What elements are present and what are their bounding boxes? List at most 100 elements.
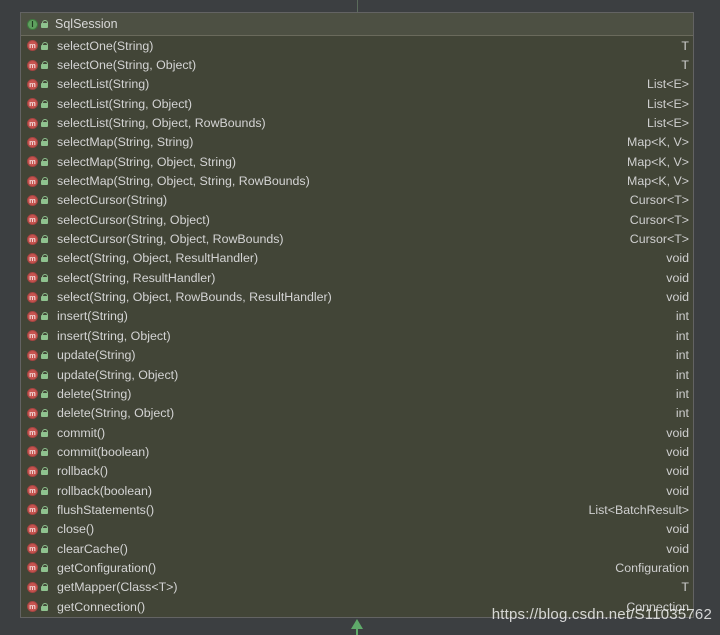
method-row[interactable]: m delete(String) int — [21, 384, 693, 403]
method-return-type: T — [681, 58, 689, 73]
method-icon: m — [27, 504, 38, 516]
method-icon: m — [27, 485, 38, 497]
method-icon: m — [27, 98, 38, 110]
method-row[interactable]: m getMapper(Class<T>) T — [21, 578, 693, 597]
method-return-type: Map<K, V> — [627, 154, 689, 169]
method-row[interactable]: m delete(String, Object) int — [21, 404, 693, 423]
method-signature: selectCursor(String) — [57, 193, 168, 208]
method-row[interactable]: m select(String, Object, ResultHandler) vo… — [21, 249, 693, 268]
method-row[interactable]: m update(String, Object) int — [21, 365, 693, 384]
method-row[interactable]: m getConfiguration() Configuration — [21, 558, 693, 577]
method-signature: clearCache() — [57, 541, 128, 556]
method-row[interactable]: m flushStatements() List<BatchResult> — [21, 500, 693, 519]
uml-class-box[interactable]: I SqlSession m selectOne(String) Tm selectO… — [20, 12, 694, 618]
public-lock-icon — [41, 177, 49, 186]
method-icon: m — [27, 562, 38, 574]
interface-icon: I — [27, 18, 38, 30]
method-row[interactable]: m selectOne(String, Object) T — [21, 55, 693, 74]
method-row[interactable]: m rollback(boolean) void — [21, 481, 693, 500]
public-lock-icon — [41, 99, 49, 108]
method-signature: update(String, Object) — [57, 367, 179, 382]
method-icon: m — [27, 310, 38, 322]
class-header[interactable]: I SqlSession — [21, 13, 693, 36]
method-row[interactable]: m select(String, Object, RowBounds, Resul… — [21, 287, 693, 306]
method-return-type: void — [666, 290, 689, 305]
public-lock-icon — [41, 505, 49, 514]
method-return-type: int — [675, 367, 689, 382]
method-return-type: List<BatchResult> — [588, 502, 689, 517]
public-lock-icon — [41, 196, 49, 205]
method-signature: close() — [57, 522, 95, 537]
public-lock-icon — [41, 312, 49, 321]
method-row[interactable]: m selectCursor(String, Object, RowBounds)… — [21, 229, 693, 248]
method-row[interactable]: m close() void — [21, 520, 693, 539]
method-signature: delete(String) — [57, 386, 132, 401]
public-lock-icon — [41, 428, 49, 437]
method-icon: m — [27, 581, 38, 593]
method-row[interactable]: m rollback() void — [21, 462, 693, 481]
method-row[interactable]: m commit(boolean) void — [21, 442, 693, 461]
method-icon: m — [27, 59, 38, 71]
method-icon: m — [27, 349, 38, 361]
method-signature: select(String, Object, RowBounds, Result… — [57, 290, 332, 305]
method-row[interactable]: m commit() void — [21, 423, 693, 442]
method-row[interactable]: m update(String) int — [21, 346, 693, 365]
method-signature: delete(String, Object) — [57, 406, 175, 421]
method-return-type: T — [681, 38, 689, 53]
method-row[interactable]: m clearCache() void — [21, 539, 693, 558]
public-lock-icon — [41, 331, 49, 340]
public-lock-icon — [41, 215, 49, 224]
method-signature: selectMap(String, Object, String, RowBou… — [57, 174, 310, 189]
method-icon: m — [27, 543, 38, 555]
method-return-type: void — [666, 483, 689, 498]
method-return-type: List<E> — [646, 96, 689, 111]
public-lock-icon — [41, 467, 49, 476]
method-row[interactable]: m selectCursor(String, Object) Cursor<T> — [21, 210, 693, 229]
method-icon: m — [27, 465, 38, 477]
method-row[interactable]: m selectList(String, Object) List<E> — [21, 94, 693, 113]
method-signature: selectList(String, Object) — [57, 96, 192, 111]
method-signature: commit(boolean) — [57, 444, 150, 459]
method-row[interactable]: m selectList(String, Object, RowBounds) Li… — [21, 113, 693, 132]
public-lock-icon — [41, 273, 49, 282]
method-signature: rollback() — [57, 464, 108, 479]
method-row[interactable]: m selectMap(String, String) Map<K, V> — [21, 133, 693, 152]
public-lock-icon — [41, 544, 49, 553]
method-return-type: Map<K, V> — [627, 174, 689, 189]
method-return-type: void — [666, 270, 689, 285]
method-icon: m — [27, 272, 38, 284]
method-row[interactable]: m select(String, ResultHandler) void — [21, 268, 693, 287]
method-row[interactable]: m insert(String) int — [21, 307, 693, 326]
method-signature: getMapper(Class<T>) — [57, 580, 178, 595]
method-row[interactable]: m insert(String, Object) int — [21, 326, 693, 345]
method-icon: m — [27, 252, 38, 264]
method-icon: m — [27, 78, 38, 90]
method-row[interactable]: m selectList(String) List<E> — [21, 75, 693, 94]
method-return-type: T — [681, 580, 689, 595]
public-lock-icon — [41, 80, 49, 89]
method-icon: m — [27, 117, 38, 129]
method-return-type: List<E> — [646, 77, 689, 92]
method-row[interactable]: m selectMap(String, Object, String, RowBo… — [21, 171, 693, 190]
method-row[interactable]: m selectOne(String) T — [21, 36, 693, 55]
method-signature: getConfiguration() — [57, 560, 157, 575]
method-return-type: Cursor<T> — [629, 193, 689, 208]
method-return-type: void — [666, 444, 689, 459]
method-return-type: int — [675, 328, 689, 343]
method-row[interactable]: m selectMap(String, Object, String) Map<K,… — [21, 152, 693, 171]
method-return-type: List<E> — [646, 116, 689, 131]
method-signature: select(String, ResultHandler) — [57, 270, 216, 285]
method-return-type: void — [666, 541, 689, 556]
method-signature: selectMap(String, Object, String) — [57, 154, 237, 169]
public-lock-icon — [41, 119, 49, 128]
method-return-type: int — [675, 386, 689, 401]
method-row[interactable]: m selectCursor(String) Cursor<T> — [21, 191, 693, 210]
public-lock-icon — [41, 351, 49, 360]
public-lock-icon — [41, 525, 49, 534]
method-signature: selectList(String, Object, RowBounds) — [57, 116, 266, 131]
public-lock-icon — [41, 602, 49, 611]
method-icon: m — [27, 523, 38, 535]
method-signature: update(String) — [57, 348, 136, 363]
method-icon: m — [27, 601, 38, 613]
method-icon: m — [27, 427, 38, 439]
